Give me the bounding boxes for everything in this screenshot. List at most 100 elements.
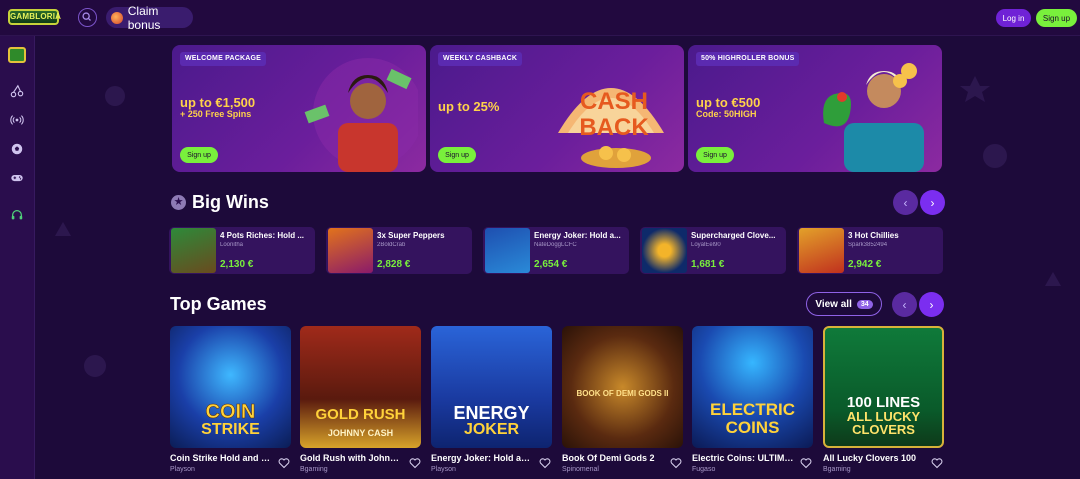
game-provider: Bgaming [300, 466, 328, 473]
promo-headline: up to 25% [438, 99, 500, 114]
soccer-ball-icon [11, 143, 23, 155]
win-user-name: Spark3852494 [848, 242, 888, 248]
sidebar-item-fruit[interactable] [8, 82, 26, 100]
big-wins-title: Big Wins [192, 192, 269, 212]
game-art-title: ENERGY [453, 403, 530, 423]
chevron-right-icon: › [929, 297, 934, 312]
game-art-title: ELECTRIC [710, 400, 795, 419]
star-icon: ★ [171, 195, 186, 210]
big-wins-next-button[interactable]: › [920, 190, 945, 215]
promo-tag: 50% HIGHROLLER BONUS [696, 52, 800, 66]
win-amount: 2,654 € [534, 259, 568, 270]
big-win-card[interactable]: 4 Pots Riches: Hold ... Loonitha 2,130 € [169, 227, 315, 274]
promo-tag: WEEKLY CASHBACK [438, 52, 523, 66]
game-art-title: GOLD RUSH [315, 406, 406, 423]
login-label: Log in [1002, 13, 1025, 23]
game-art-subtitle: COINS [725, 418, 780, 437]
banner-character-art [304, 58, 418, 172]
top-games-title: Top Games [170, 294, 267, 314]
game-name[interactable]: Electric Coins: ULTIMATE... [692, 453, 796, 463]
game-card[interactable]: 100 LINES ALL LUCKY CLOVERS [823, 326, 944, 448]
top-games-prev-button[interactable]: ‹ [892, 292, 917, 317]
signup-button[interactable]: Sign up [1036, 9, 1077, 27]
view-all-button[interactable]: View all 34 [806, 292, 882, 316]
game-card[interactable]: ELECTRIC COINS [692, 326, 813, 448]
slot-machine-icon [8, 47, 26, 63]
game-art-subtitle: STRIKE [201, 421, 260, 438]
big-win-card[interactable]: Supercharged Clove... LoyalEel90 1,681 € [640, 227, 786, 274]
promo-signup-button[interactable]: Sign up [438, 147, 476, 163]
chevron-left-icon: ‹ [903, 195, 908, 210]
game-provider: Playson [431, 466, 456, 473]
live-broadcast-icon [10, 115, 24, 125]
games-count-badge: 34 [856, 299, 873, 309]
promo-banner-cashback[interactable]: CASH BACK WEEKLY CASHBACK up to 25% Sign… [430, 45, 684, 172]
game-art-subtitle: ALL LUCKY CLOVERS [846, 409, 921, 437]
game-card[interactable]: GOLD RUSH JOHNNY CASH [300, 326, 421, 448]
promo-banner-welcome[interactable]: WELCOME PACKAGE up to €1,500 + 250 Free … [172, 45, 426, 172]
banner-character-art [823, 63, 924, 172]
promo-signup-button[interactable]: Sign up [180, 147, 218, 163]
site-logo[interactable]: GAMBLORIA [8, 9, 61, 25]
win-game-name: 3 Hot Chillies [848, 231, 899, 240]
game-card[interactable]: COIN STRIKE [170, 326, 291, 448]
gift-icon [111, 11, 123, 24]
game-card[interactable]: ENERGY JOKER [431, 326, 552, 448]
game-name[interactable]: Gold Rush with Johnny ... [300, 453, 404, 463]
game-name[interactable]: Energy Joker: Hold and ... [431, 453, 535, 463]
gamepad-icon [11, 174, 23, 182]
win-user-name: NateDoggLCFC [534, 242, 577, 248]
game-provider: Bgaming [823, 466, 851, 473]
game-art-subtitle: JOHNNY CASH [327, 428, 394, 438]
game-thumbnail [328, 228, 373, 273]
game-art-title: 100 LINES [846, 394, 921, 411]
win-game-name: Energy Joker: Hold a... [534, 231, 621, 240]
game-thumbnail [642, 228, 687, 273]
promo-headline: up to €500 [696, 95, 761, 110]
favorite-heart-icon[interactable] [539, 457, 551, 469]
sidebar-item-slots[interactable] [8, 46, 26, 64]
search-button[interactable] [78, 8, 97, 27]
game-name[interactable]: Book Of Demi Gods 2 [562, 453, 666, 463]
sidebar-item-games[interactable] [8, 169, 26, 187]
game-thumbnail [485, 228, 530, 273]
favorite-heart-icon[interactable] [278, 457, 290, 469]
cashback-art-text-1: CASH [580, 88, 648, 115]
claim-bonus-label: Claim bonus [127, 3, 161, 32]
claim-bonus-button[interactable]: Claim bonus [106, 4, 193, 32]
big-win-card[interactable]: Energy Joker: Hold a... NateDoggLCFC 2,6… [483, 227, 629, 274]
sidebar-item-live[interactable] [8, 111, 26, 129]
game-name[interactable]: All Lucky Clovers 100 [823, 453, 927, 463]
favorite-heart-icon[interactable] [670, 457, 682, 469]
game-art-subtitle: JOKER [463, 421, 520, 438]
favorite-heart-icon[interactable] [931, 457, 943, 469]
win-amount: 1,681 € [691, 259, 725, 270]
favorite-heart-icon[interactable] [800, 457, 812, 469]
game-name[interactable]: Coin Strike Hold and Win [170, 453, 274, 463]
win-game-name: 4 Pots Riches: Hold ... [220, 231, 305, 240]
signup-label: Sign up [1042, 13, 1071, 23]
big-win-card[interactable]: 3x Super Peppers 2BoldCrab 2,828 € [326, 227, 472, 274]
win-game-name: 3x Super Peppers [377, 231, 445, 240]
sidebar-item-sports[interactable] [8, 140, 26, 158]
win-amount: 2,942 € [848, 259, 882, 270]
promo-signup-button[interactable]: Sign up [696, 147, 734, 163]
chevron-left-icon: ‹ [902, 297, 907, 312]
promo-banner-highroller[interactable]: 50% HIGHROLLER BONUS up to €500 Code: 50… [688, 45, 942, 172]
cherries-icon [10, 84, 24, 98]
win-user-name: Loonitha [220, 242, 244, 248]
top-games-next-button[interactable]: › [919, 292, 944, 317]
big-win-card[interactable]: 3 Hot Chillies Spark3852494 2,942 € [797, 227, 943, 274]
win-user-name: 2BoldCrab [377, 242, 406, 248]
sidebar-item-support[interactable] [8, 206, 26, 224]
game-thumbnail [171, 228, 216, 273]
promo-tag: WELCOME PACKAGE [180, 52, 266, 66]
cashback-art-text-2: BACK [579, 114, 649, 141]
game-provider: Playson [170, 466, 195, 473]
login-button[interactable]: Log in [996, 9, 1031, 27]
favorite-heart-icon[interactable] [409, 457, 421, 469]
big-wins-prev-button[interactable]: ‹ [893, 190, 918, 215]
game-card[interactable]: BOOK OF DEMI GODS II [562, 326, 683, 448]
game-art-title: COIN [205, 401, 256, 423]
win-game-name: Supercharged Clove... [691, 231, 776, 240]
